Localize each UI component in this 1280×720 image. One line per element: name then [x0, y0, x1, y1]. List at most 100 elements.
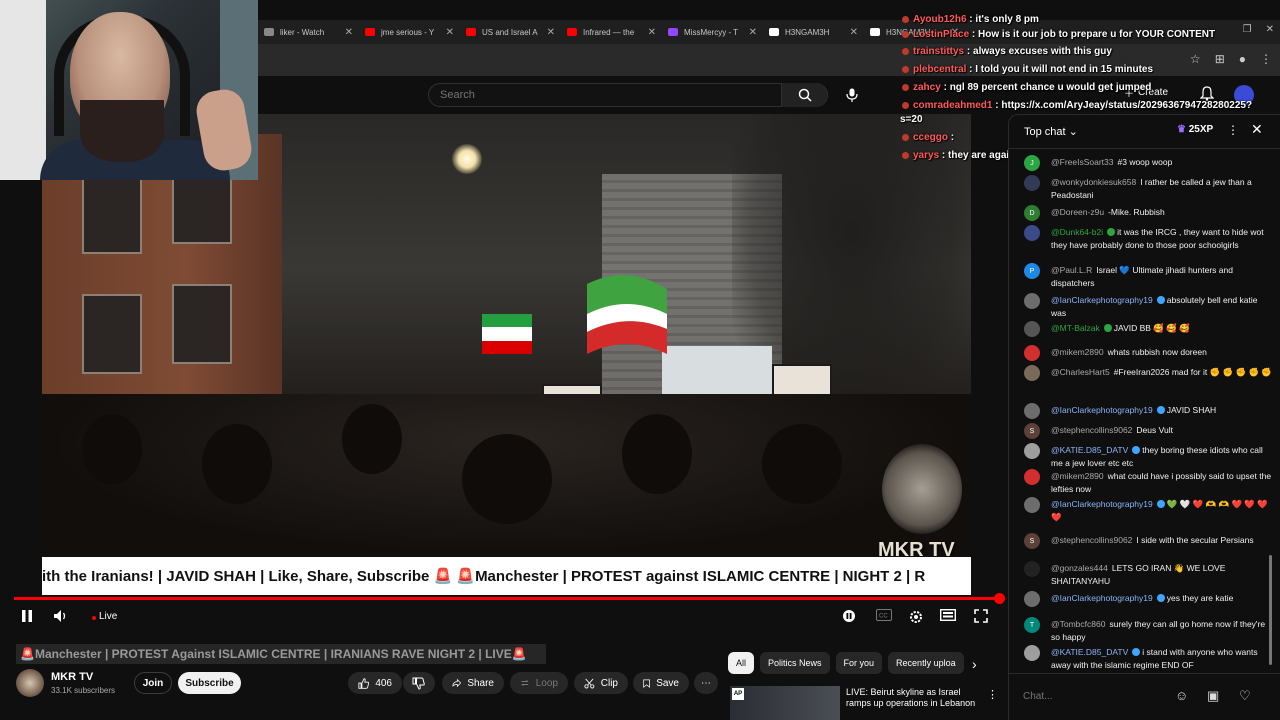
- emoji-icon[interactable]: ☺: [1175, 688, 1188, 703]
- chat-author[interactable]: @KATIE.D85_DATV: [1051, 647, 1128, 657]
- chat-author[interactable]: @MT-Balzak: [1051, 323, 1100, 333]
- settings-button[interactable]: [908, 609, 924, 625]
- miniplayer-button[interactable]: [940, 609, 956, 621]
- chat-text: JAVID BB 🥰 🥰 🥰: [1113, 323, 1190, 333]
- tab-close-icon[interactable]: ✕: [850, 27, 858, 38]
- chat-avatar[interactable]: [1024, 365, 1040, 381]
- chat-avatar[interactable]: [1024, 345, 1040, 361]
- voice-search-button[interactable]: [840, 83, 864, 107]
- chat-author[interactable]: @IanClarkephotography19: [1051, 405, 1153, 415]
- chat-avatar[interactable]: [1024, 175, 1040, 191]
- tab-close-icon[interactable]: ✕: [648, 27, 656, 38]
- chat-author[interactable]: @mikem2890: [1051, 471, 1104, 481]
- chat-menu-button[interactable]: ⋮: [1227, 123, 1239, 137]
- search-input[interactable]: [429, 89, 769, 101]
- channel-name[interactable]: MKR TV: [51, 671, 93, 683]
- chip[interactable]: Recently uploa: [888, 652, 964, 674]
- browser-tab[interactable]: H3NGAM3H ✕: [763, 20, 864, 44]
- autoplay-toggle[interactable]: [842, 609, 856, 623]
- captions-button[interactable]: CC: [876, 609, 892, 621]
- xp-badge[interactable]: ♛ 25XP: [1177, 124, 1213, 135]
- chat-avatar[interactable]: [1024, 293, 1040, 309]
- tab-close-icon[interactable]: ✕: [345, 27, 353, 38]
- news-ticker: ith the Iranians! | JAVID SHAH | Like, S…: [42, 557, 971, 595]
- more-actions-button[interactable]: ⋯: [694, 672, 718, 694]
- chip[interactable]: All: [728, 652, 755, 674]
- recommendation-thumbnail[interactable]: [730, 686, 840, 720]
- recommendation-title[interactable]: LIVE: Beirut skyline as Israel ramps up …: [846, 687, 986, 720]
- notifications-button[interactable]: [1200, 86, 1214, 101]
- chat-author[interactable]: @Paul.L.R: [1051, 265, 1092, 275]
- chat-author[interactable]: @gonzales444: [1051, 563, 1108, 573]
- extension-icon[interactable]: ⊞: [1215, 52, 1225, 66]
- chat-author[interactable]: @KATIE.D85_DATV: [1051, 445, 1128, 455]
- subscribe-button[interactable]: Subscribe: [178, 672, 241, 694]
- restore-icon[interactable]: ❐: [1243, 24, 1252, 35]
- chat-avatar[interactable]: T: [1024, 617, 1040, 633]
- chat-scrollbar[interactable]: [1269, 555, 1272, 665]
- chat-avatar[interactable]: [1024, 561, 1040, 577]
- chat-avatar[interactable]: [1024, 321, 1040, 337]
- chat-author[interactable]: @Dunk64-b2i: [1051, 227, 1103, 237]
- browser-tab[interactable]: MissMercyy - T ✕: [662, 20, 763, 44]
- chat-avatar[interactable]: P: [1024, 263, 1040, 279]
- browser-tab[interactable]: US and Israel A ✕: [460, 20, 561, 44]
- chat-avatar[interactable]: S: [1024, 423, 1040, 439]
- share-button[interactable]: Share: [442, 672, 504, 694]
- live-label[interactable]: Live: [99, 611, 117, 622]
- search-button[interactable]: [781, 83, 827, 107]
- browser-tab[interactable]: Infrared — the ✕: [561, 20, 662, 44]
- chat-author[interactable]: @IanClarkephotography19: [1051, 499, 1153, 509]
- channel-avatar[interactable]: [16, 669, 44, 697]
- dislike-button[interactable]: [403, 672, 435, 694]
- close-chat-button[interactable]: ✕: [1251, 121, 1263, 138]
- fullscreen-button[interactable]: [974, 609, 988, 623]
- chat-author[interactable]: @IanClarkephotography19: [1051, 593, 1153, 603]
- chips-next-button[interactable]: ›: [972, 656, 977, 672]
- chat-avatar[interactable]: S: [1024, 533, 1040, 549]
- chat-avatar[interactable]: [1024, 225, 1040, 241]
- volume-button[interactable]: [53, 609, 69, 623]
- profile-icon[interactable]: ●: [1239, 52, 1246, 66]
- star-icon[interactable]: ☆: [1190, 52, 1201, 66]
- browser-tab[interactable]: liker - Watch ✕: [258, 20, 359, 44]
- chip[interactable]: For you: [835, 652, 883, 674]
- chat-author[interactable]: @FreeIsSoart33: [1051, 157, 1114, 167]
- chat-author[interactable]: @CharlesHart5: [1051, 367, 1110, 377]
- pause-button[interactable]: [20, 609, 34, 623]
- chat-avatar[interactable]: J: [1024, 155, 1040, 171]
- like-button[interactable]: 406: [348, 672, 402, 694]
- chip[interactable]: Politics News: [760, 652, 830, 674]
- chat-author[interactable]: @wonkydonkiesuk658: [1051, 177, 1136, 187]
- chat-author[interactable]: @IanClarkephotography19: [1051, 295, 1153, 305]
- save-button[interactable]: Save: [633, 672, 689, 694]
- recommendation-menu-button[interactable]: ⋮: [987, 688, 998, 701]
- super-chat-icon[interactable]: ▣: [1207, 688, 1219, 704]
- chat-author[interactable]: @stephencollins9062: [1051, 425, 1132, 435]
- loop-button[interactable]: Loop: [510, 672, 568, 694]
- chat-avatar[interactable]: D: [1024, 205, 1040, 221]
- browser-tab[interactable]: jme serious - Y ✕: [359, 20, 460, 44]
- chat-avatar[interactable]: [1024, 591, 1040, 607]
- tab-close-icon[interactable]: ✕: [446, 27, 454, 38]
- chat-avatar[interactable]: [1024, 443, 1040, 459]
- tab-close-icon[interactable]: ✕: [749, 27, 757, 38]
- chat-avatar[interactable]: [1024, 497, 1040, 513]
- heart-icon[interactable]: ♡: [1239, 688, 1251, 704]
- menu-dots-icon[interactable]: ⋮: [1260, 52, 1272, 66]
- chat-avatar[interactable]: [1024, 469, 1040, 485]
- chat-author[interactable]: @Tombcfc860: [1051, 619, 1105, 629]
- video-player[interactable]: MKR TV: [42, 114, 971, 556]
- chat-mode-dropdown[interactable]: Top chat ⌄: [1024, 125, 1078, 138]
- progress-bar[interactable]: [14, 597, 1000, 600]
- chat-author[interactable]: @Doreen-z9u: [1051, 207, 1104, 217]
- chat-author[interactable]: @mikem2890: [1051, 347, 1104, 357]
- join-button[interactable]: Join: [134, 672, 172, 694]
- chat-input[interactable]: [1023, 686, 1163, 706]
- clip-button[interactable]: Clip: [574, 672, 628, 694]
- chat-author[interactable]: @stephencollins9062: [1051, 535, 1132, 545]
- chat-avatar[interactable]: [1024, 645, 1040, 661]
- close-window-icon[interactable]: ✕: [1266, 24, 1274, 35]
- chat-avatar[interactable]: [1024, 403, 1040, 419]
- tab-close-icon[interactable]: ✕: [547, 27, 555, 38]
